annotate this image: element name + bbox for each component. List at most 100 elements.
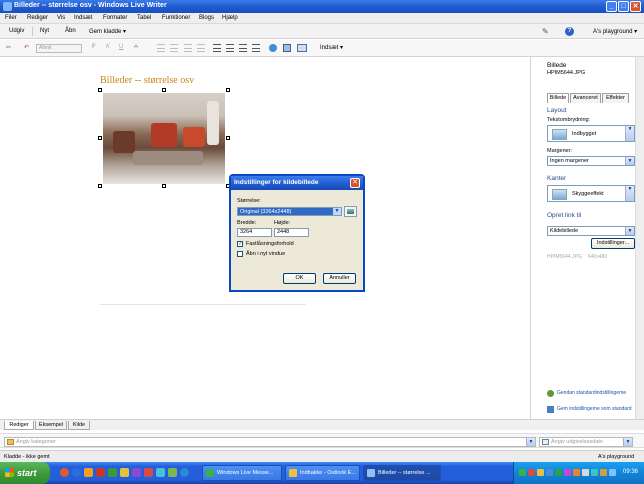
justify-icon[interactable] (252, 44, 260, 52)
menu-format[interactable]: Formater (103, 15, 127, 21)
menu-file[interactable]: Filer (5, 15, 17, 21)
size-select[interactable]: Original (3264x2448) ▼ (237, 207, 342, 216)
brush-icon[interactable]: ✎ (542, 27, 549, 36)
chevron-down-icon[interactable]: ▼ (625, 186, 634, 201)
tray-icon[interactable] (537, 469, 544, 476)
task-messenger[interactable]: Windows Live Messe... (202, 465, 282, 481)
menu-insert[interactable]: Indsæt (74, 15, 92, 21)
align-right-icon[interactable] (239, 44, 247, 52)
new-window-checkbox[interactable] (237, 251, 243, 257)
outdent-icon[interactable] (197, 44, 205, 52)
link-settings-button[interactable]: Indstillinger... (591, 238, 635, 249)
link-target-select[interactable]: Kildebillede ▼ (547, 226, 635, 236)
open-button[interactable]: Åbn (65, 28, 76, 34)
quicklaunch-icon[interactable] (168, 468, 177, 477)
resize-handle[interactable] (226, 88, 230, 92)
photo[interactable] (103, 93, 225, 184)
chevron-down-icon[interactable]: ▼ (333, 208, 341, 215)
quicklaunch-icon[interactable] (156, 468, 165, 477)
hyperlink-icon[interactable] (269, 44, 277, 52)
new-button[interactable]: Nyt (40, 28, 49, 34)
resize-handle[interactable] (98, 88, 102, 92)
chevron-down-icon[interactable]: ▼ (625, 126, 634, 141)
publish-date-input[interactable]: Angiv udgivelsesdato ▼ (539, 437, 633, 447)
tray-icon[interactable] (555, 469, 562, 476)
bullet-list-icon[interactable] (157, 44, 165, 52)
close-button[interactable]: ✕ (630, 1, 641, 12)
explorer-icon[interactable] (120, 468, 129, 477)
ok-button[interactable]: OK (283, 273, 316, 284)
publish-button[interactable]: Udgiv (9, 28, 24, 34)
quicklaunch-icon[interactable] (180, 468, 189, 477)
height-input[interactable]: 2448 (274, 228, 309, 237)
quicklaunch-icon[interactable] (144, 468, 153, 477)
pane-scrollbar[interactable] (635, 57, 644, 419)
menu-tools[interactable]: Funktioner (162, 15, 190, 21)
tab-preview[interactable]: Eksempel (35, 421, 67, 430)
align-left-icon[interactable] (213, 44, 221, 52)
tray-icon[interactable] (573, 469, 580, 476)
dialog-close-button[interactable]: ✕ (350, 178, 360, 188)
italic-button[interactable]: K (106, 44, 110, 50)
ie-icon[interactable] (72, 468, 81, 477)
task-writer[interactable]: Billeder -- størrelse ... (363, 465, 441, 481)
start-button[interactable]: start (0, 462, 50, 484)
browser-icon[interactable] (60, 468, 69, 477)
underline-button[interactable]: U (119, 44, 123, 50)
restore-defaults-link[interactable]: Gendan standardindstillingerne (557, 390, 637, 396)
tab-source[interactable]: Kilde (68, 421, 90, 430)
menu-help[interactable]: Hjælp (222, 15, 238, 21)
chevron-down-icon[interactable]: ▼ (623, 438, 632, 446)
resize-handle[interactable] (162, 184, 166, 188)
border-select[interactable]: Skyggeeffekt ▼ (547, 185, 635, 202)
strikethrough-button[interactable]: A (134, 44, 138, 50)
cut-icon[interactable]: ✂ (6, 44, 11, 51)
insert-table-icon[interactable] (297, 44, 307, 52)
volume-icon[interactable] (600, 469, 607, 476)
menu-view[interactable]: Vis (57, 15, 65, 21)
keep-ratio-checkbox[interactable]: ✓ (237, 241, 243, 247)
cancel-button[interactable]: Annuller (323, 273, 356, 284)
text-wrap-select[interactable]: Indbygget ▼ (547, 125, 635, 142)
help-icon[interactable]: ? (565, 27, 574, 36)
resize-handle[interactable] (226, 136, 230, 140)
minimize-button[interactable]: _ (606, 1, 617, 12)
resize-handle[interactable] (98, 136, 102, 140)
chevron-down-icon[interactable]: ▼ (625, 157, 634, 165)
tab-advanced[interactable]: Avanceret (570, 93, 601, 103)
network-icon[interactable] (609, 469, 616, 476)
selected-image[interactable] (98, 88, 230, 188)
tray-icon[interactable] (591, 469, 598, 476)
categories-input[interactable]: Angiv kategorier ▼ (4, 437, 536, 447)
tray-icon[interactable] (546, 469, 553, 476)
bold-button[interactable]: F (92, 44, 96, 50)
resize-handle[interactable] (162, 88, 166, 92)
paragraph-style-select[interactable]: Afsnit (36, 44, 82, 53)
chevron-down-icon[interactable]: ▼ (625, 227, 634, 235)
menu-table[interactable]: Tabel (137, 15, 151, 21)
align-center-icon[interactable] (226, 44, 234, 52)
menu-blogs[interactable]: Blogs (199, 15, 214, 21)
tab-edit[interactable]: Rediger (4, 421, 34, 430)
insert-menu-button[interactable]: Indsæt ▾ (320, 44, 343, 51)
tab-image[interactable]: Billede (547, 93, 569, 103)
tray-icon[interactable] (528, 469, 535, 476)
task-outlook[interactable]: Indbakke - Outlook E... (285, 465, 360, 481)
width-input[interactable]: 3264 (237, 228, 272, 237)
margins-select[interactable]: Ingen margener ▼ (547, 156, 635, 166)
indent-icon[interactable] (184, 44, 192, 52)
numbered-list-icon[interactable] (170, 44, 178, 52)
save-defaults-link[interactable]: Gem indstillingerne som standard (557, 406, 637, 412)
tab-effects[interactable]: Effekter (602, 93, 629, 103)
quicklaunch-icon[interactable] (108, 468, 117, 477)
menu-edit[interactable]: Rediger (27, 15, 48, 21)
undo-icon[interactable]: ↶ (24, 44, 29, 51)
tray-icon[interactable] (582, 469, 589, 476)
resize-handle[interactable] (98, 184, 102, 188)
messenger-icon[interactable] (84, 468, 93, 477)
save-draft-button[interactable]: Gem kladde ▾ (89, 28, 126, 35)
image-preview-button[interactable] (344, 206, 357, 217)
quicklaunch-icon[interactable] (132, 468, 141, 477)
account-dropdown[interactable]: A's playground ▾ (593, 28, 637, 35)
insert-picture-icon[interactable] (283, 44, 291, 52)
